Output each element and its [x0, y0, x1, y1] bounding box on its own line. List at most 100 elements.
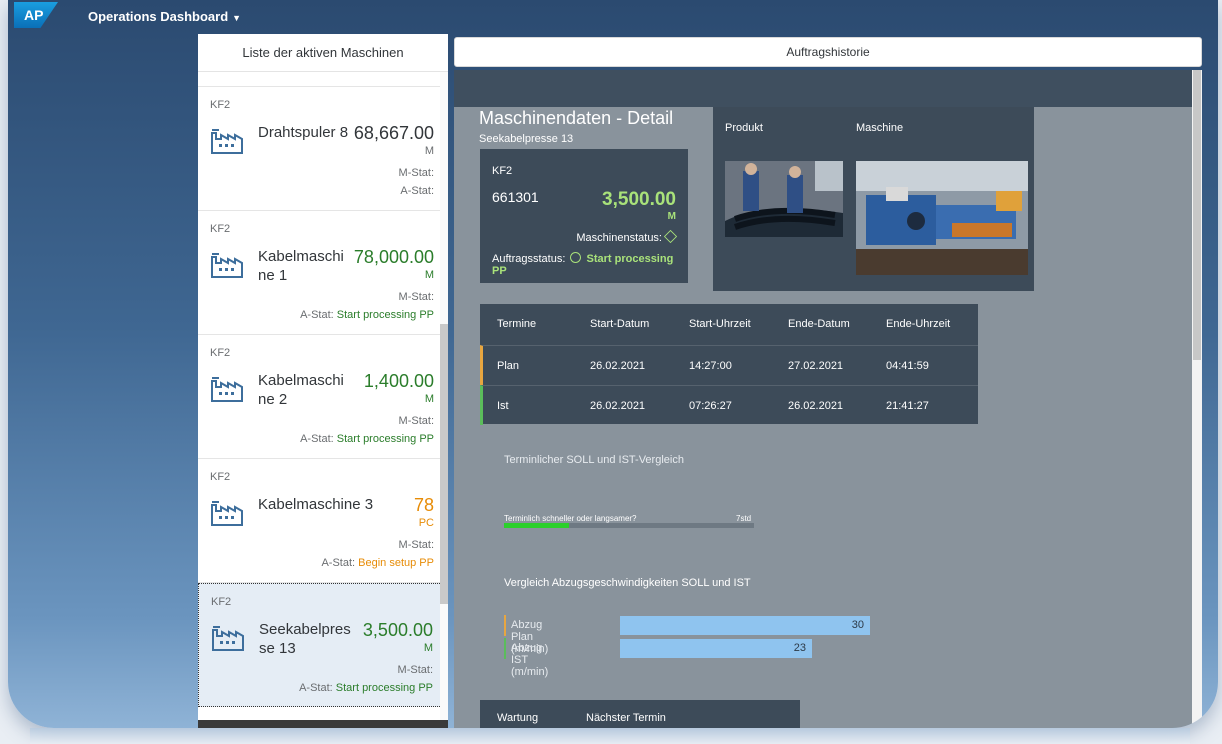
- comparison-bar-fill: [504, 523, 569, 528]
- speed-ist-bar: 23: [620, 639, 812, 658]
- product-photo: [725, 161, 843, 237]
- app-title-menu[interactable]: Operations Dashboard ▼: [88, 9, 241, 24]
- tab-auftragshistorie[interactable]: Auftragshistorie: [454, 37, 1202, 67]
- table-header-cell: Start-Uhrzeit: [689, 318, 751, 330]
- master-list: Liste der aktiven Maschinen KF2 Drahtspu…: [198, 34, 448, 728]
- list-item-selected[interactable]: KF2 Seekabelpresse 13 3,500.00 M M-Stat:…: [198, 583, 448, 707]
- comparison-bar-label: Terminlich schneller oder langsamer?: [504, 514, 637, 523]
- item-unit: PC: [418, 517, 434, 529]
- speed-ist-label: Abzug IST (m/min): [511, 642, 549, 678]
- table-cell: 26.02.2021: [590, 400, 646, 412]
- table-row: Plan 26.02.2021 14:27:00 27.02.2021 04:4…: [480, 345, 978, 385]
- item-plant: KF2: [210, 347, 231, 359]
- table-cell: 26.02.2021: [788, 400, 844, 412]
- list-item[interactable]: KF2 Kabelmaschine 3 78 PC M-Stat: A-Stat…: [198, 459, 448, 583]
- speed-ist-row: Abzug IST (m/min): [504, 638, 548, 678]
- kpi-unit: M: [667, 211, 676, 222]
- item-order-status: A-Stat: Start processing PP: [299, 682, 433, 694]
- list-footer-bar: [198, 720, 448, 728]
- machine-status-icon: [663, 229, 678, 244]
- item-order-status-label: A-Stat:: [321, 557, 356, 569]
- maintenance-header-cell: Wartung: [497, 712, 539, 724]
- machine-label: Maschine: [856, 122, 904, 134]
- detail-header-bar: [454, 70, 1192, 107]
- item-order-status-label: A-Stat:: [400, 185, 434, 197]
- comparison-title: Terminlicher SOLL und IST-Vergleich: [504, 454, 684, 466]
- item-quantity: 3,500.00: [362, 620, 433, 640]
- factory-icon: [211, 129, 243, 154]
- item-plant: KF2: [210, 471, 231, 483]
- item-unit: M: [423, 642, 433, 654]
- item-quantity: 1,400.00: [363, 371, 434, 391]
- detail-scrollbar-thumb[interactable]: [1193, 70, 1201, 360]
- app-title-text: Operations Dashboard: [88, 9, 229, 24]
- item-order-status: A-Stat: Begin setup PP: [321, 557, 434, 569]
- table-cell: Plan: [497, 360, 520, 372]
- list-scrollbar-thumb[interactable]: [440, 324, 448, 604]
- maintenance-header-cell: Nächster Termin: [586, 712, 666, 724]
- item-order-status: A-Stat: Start processing PP: [300, 433, 434, 445]
- item-order-status-label: A-Stat:: [300, 433, 334, 445]
- item-plant: KF2: [211, 596, 232, 608]
- factory-icon: [211, 501, 243, 526]
- speed-plan-bar: 30: [620, 616, 870, 635]
- item-name: Kabelmaschine 3: [258, 496, 374, 513]
- product-label: Produkt: [725, 122, 763, 134]
- list-spacer: [198, 72, 448, 87]
- detail-subtitle: Seekabelpresse 13: [479, 133, 574, 145]
- item-order-status-value: Start processing PP: [336, 433, 434, 445]
- kpi-plant: KF2: [492, 165, 513, 177]
- item-quantity: 78,000.00: [353, 247, 434, 267]
- item-order-status: A-Stat:: [400, 185, 434, 197]
- item-order-status-value: Start processing PP: [335, 682, 433, 694]
- item-order-status-value: Start processing PP: [336, 309, 434, 321]
- company-logo: AP: [14, 2, 58, 28]
- speed-ist-value: 23: [793, 642, 806, 654]
- item-order-status-label: A-Stat:: [299, 682, 333, 694]
- item-quantity: 78: [413, 495, 434, 515]
- table-header-cell: Ende-Uhrzeit: [886, 318, 951, 330]
- table-header-row: Termine Start-Datum Start-Uhrzeit Ende-D…: [480, 304, 978, 344]
- table-cell: 14:27:00: [689, 360, 732, 372]
- item-name: Kabelmaschine 1: [258, 248, 344, 284]
- list-item[interactable]: KF2 Kabelmaschine 1 78,000.00 M M-Stat: …: [198, 211, 448, 335]
- table-cell: 26.02.2021: [590, 360, 646, 372]
- kpi-order-status-label: Auftragsstatus:: [492, 253, 566, 265]
- detail-scrollbar[interactable]: [1192, 70, 1202, 728]
- item-plant: KF2: [210, 99, 231, 111]
- table-cell: 04:41:59: [886, 360, 929, 372]
- kpi-order-status: Auftragsstatus: Start processing PP: [492, 252, 688, 277]
- detail-title: Maschinendaten - Detail: [479, 108, 674, 128]
- factory-icon: [211, 377, 243, 402]
- table-header-cell: Ende-Datum: [788, 318, 850, 330]
- item-unit: M: [424, 393, 434, 405]
- machine-list: KF2 Drahtspuler 8 68,667.00 M M-Stat: A-…: [198, 72, 448, 728]
- table-cell: Ist: [497, 400, 509, 412]
- table-header-cell: Start-Datum: [590, 318, 650, 330]
- product-machine-card: Produkt Maschine: [713, 107, 1034, 291]
- kpi-card: KF2 661301 3,500.00 M Maschinenstatus: A…: [480, 149, 688, 283]
- item-order-status: A-Stat: Start processing PP: [300, 309, 434, 321]
- item-unit: M: [424, 269, 434, 281]
- item-machine-status: M-Stat:: [398, 415, 434, 427]
- app-window: AP Operations Dashboard ▼ Liste der aktiv…: [8, 0, 1218, 728]
- speed-plan-row: Abzug Plan (m/min): [504, 615, 548, 655]
- table-cell: 21:41:27: [886, 400, 929, 412]
- table-row: Ist 26.02.2021 07:26:27 26.02.2021 21:41…: [480, 385, 978, 425]
- item-name: Seekabelpresse 13: [259, 621, 351, 657]
- kpi-order-number: 661301: [492, 189, 539, 205]
- order-status-icon: [570, 252, 582, 263]
- list-item[interactable]: KF2 Drahtspuler 8 68,667.00 M M-Stat: A-…: [198, 87, 448, 211]
- item-name: Kabelmaschine 2: [258, 372, 344, 408]
- shell-bar: AP Operations Dashboard ▼: [8, 0, 1218, 34]
- kpi-machine-status-label: Maschinenstatus:: [576, 232, 662, 244]
- list-item[interactable]: KF2 Kabelmaschine 2 1,400.00 M M-Stat: A…: [198, 335, 448, 459]
- comparison-bar-value: 7std: [736, 514, 752, 523]
- factory-icon: [211, 253, 243, 278]
- reflection: [30, 728, 1190, 744]
- item-machine-status: M-Stat:: [398, 539, 434, 551]
- speed-plan-value: 30: [851, 619, 864, 631]
- kpi-machine-status: Maschinenstatus:: [576, 229, 678, 244]
- table-cell: 07:26:27: [689, 400, 732, 412]
- speed-comparison-title: Vergleich Abzugsgeschwindigkeiten SOLL u…: [504, 577, 751, 589]
